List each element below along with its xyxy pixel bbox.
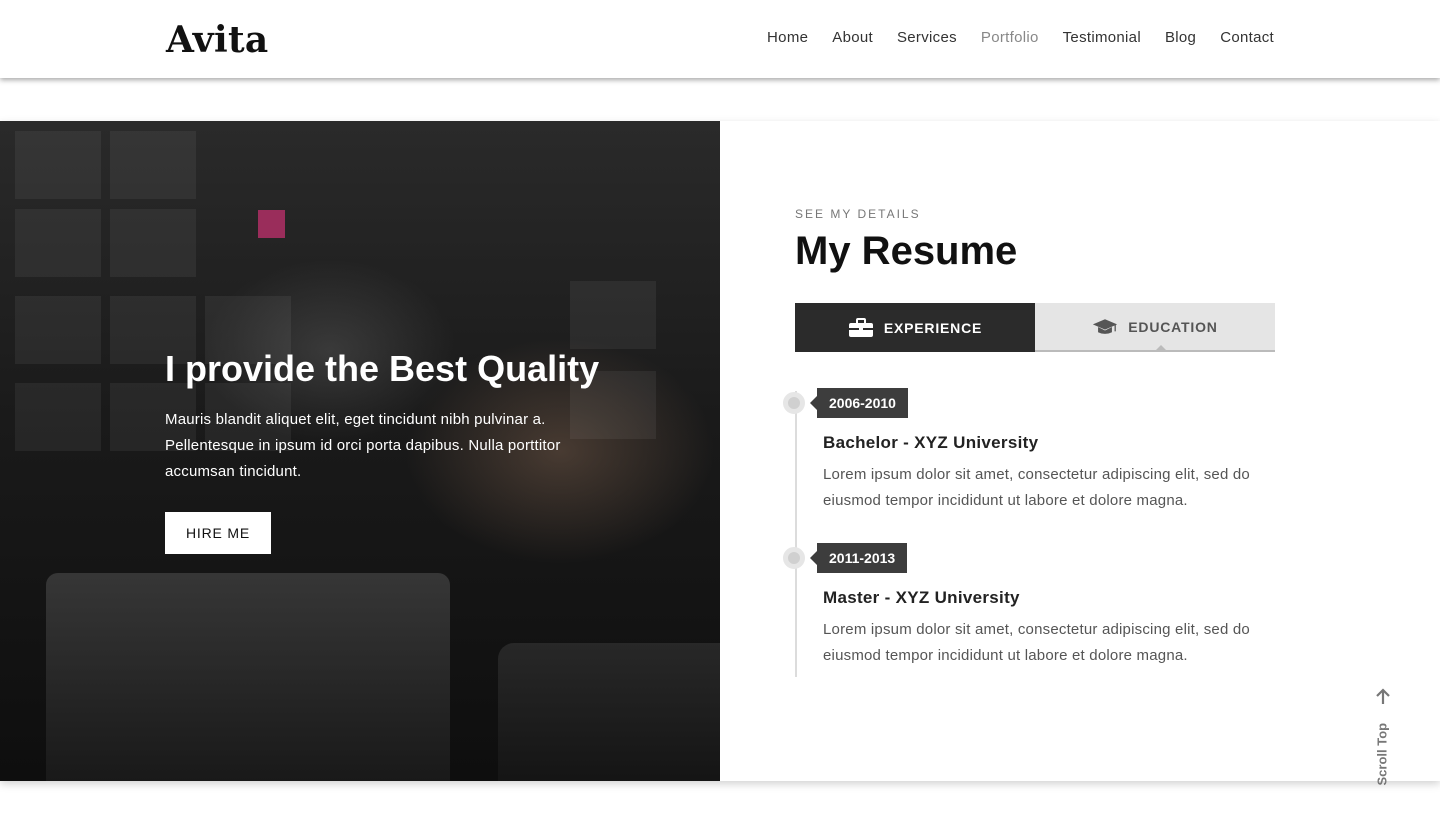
briefcase-icon — [848, 317, 873, 337]
timeline-item: 2006-2010 Bachelor - XYZ University Lore… — [783, 388, 1253, 518]
resume-eyebrow: SEE MY DETAILS — [795, 207, 921, 221]
scroll-top-button[interactable]: Scroll Top — [1372, 688, 1394, 786]
main-nav: Home About Services Portfolio Testimonia… — [743, 28, 1274, 48]
timeline-item: 2011-2013 Master - XYZ University Lorem … — [783, 543, 1253, 673]
timeline-date: 2011-2013 — [809, 543, 908, 573]
nav-testimonial[interactable]: Testimonial — [1063, 28, 1141, 48]
nav-services[interactable]: Services — [897, 28, 957, 48]
navbar: Avita Home About Services Portfolio Test… — [0, 0, 1440, 78]
tab-education[interactable]: EDUCATION — [1035, 303, 1275, 352]
scroll-top-label: Scroll Top — [1374, 722, 1390, 786]
resume-tabs: EXPERIENCE EDUCATION — [795, 303, 1275, 352]
timeline-title: Bachelor - XYZ University — [823, 433, 1039, 452]
timeline-date: 2006-2010 — [810, 388, 908, 418]
brand-logo[interactable]: Avita — [166, 18, 269, 62]
nav-contact[interactable]: Contact — [1220, 28, 1274, 48]
timeline-dot — [783, 547, 805, 569]
nav-blog[interactable]: Blog — [1165, 28, 1196, 48]
hero-panel: I provide the Best Quality Mauris blandi… — [0, 121, 720, 781]
timeline-dot — [783, 392, 805, 414]
tab-education-label: EDUCATION — [1128, 318, 1218, 335]
laptop-shape-right — [498, 643, 720, 781]
resume-section: I provide the Best Quality Mauris blandi… — [0, 121, 1440, 781]
hero-text: Mauris blandit aliquet elit, eget tincid… — [165, 411, 561, 480]
resume-title: My Resume — [795, 229, 1018, 273]
graduation-cap-icon — [1093, 318, 1118, 334]
hero-title: I provide the Best Quality — [165, 348, 600, 389]
nav-home[interactable]: Home — [767, 28, 808, 48]
nav-about[interactable]: About — [832, 28, 873, 48]
hire-me-button[interactable]: HIRE ME — [165, 512, 271, 554]
timeline-desc: Lorem ipsum dolor sit amet, consectetur … — [823, 466, 1250, 509]
arrow-up-icon — [1376, 688, 1390, 704]
tab-experience[interactable]: EXPERIENCE — [795, 303, 1035, 352]
laptop-shape — [46, 573, 450, 781]
timeline-title: Master - XYZ University — [823, 588, 1020, 607]
tab-experience-label: EXPERIENCE — [883, 319, 983, 336]
timeline-desc: Lorem ipsum dolor sit amet, consectetur … — [823, 621, 1250, 664]
resume-panel: SEE MY DETAILS My Resume EXPERIENCE EDUC — [720, 121, 1440, 781]
sticky-note — [258, 210, 285, 238]
nav-portfolio[interactable]: Portfolio — [981, 28, 1039, 48]
